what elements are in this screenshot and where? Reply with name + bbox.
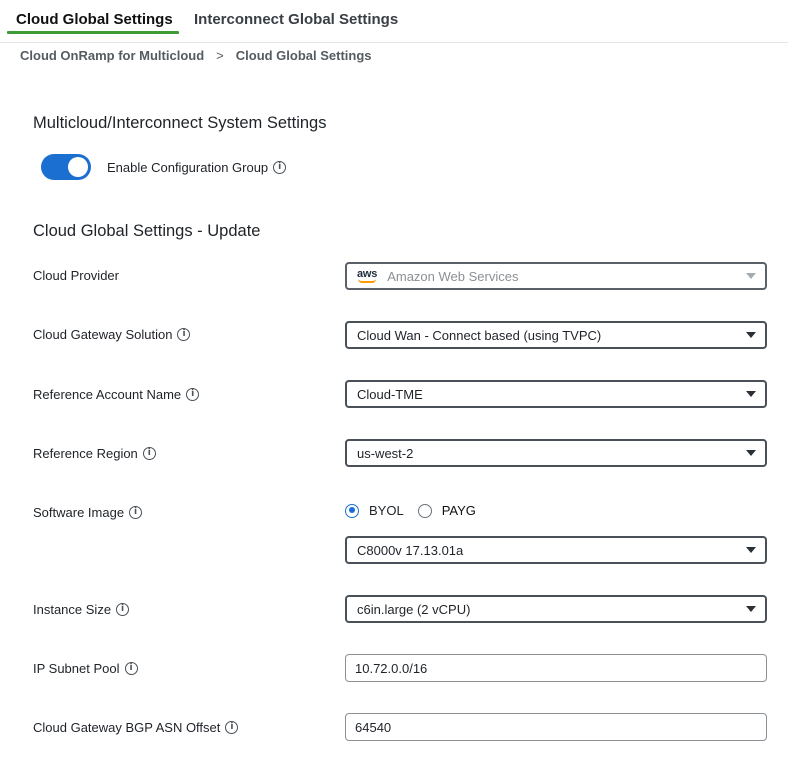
info-icon[interactable]: i (142, 447, 156, 460)
byol-radio-label[interactable]: BYOL (369, 503, 404, 518)
info-icon[interactable]: i (186, 388, 200, 401)
account-name-value: Cloud-TME (357, 386, 423, 402)
update-section-title: Cloud Global Settings - Update (33, 222, 261, 240)
bgp-asn-offset-input[interactable]: 64540 (345, 713, 767, 741)
bgp-asn-offset-value: 64540 (355, 719, 392, 735)
software-image-select[interactable]: C8000v 17.13.01a (345, 536, 767, 564)
software-image-label-text: Software Image (33, 505, 125, 520)
tab-bar: Cloud Global Settings Interconnect Globa… (0, 0, 788, 43)
account-name-label-text: Reference Account Name (33, 387, 182, 402)
breadcrumb-current: Cloud Global Settings (235, 48, 372, 63)
info-icon[interactable]: i (129, 506, 143, 519)
software-image-value: C8000v 17.13.01a (357, 542, 464, 558)
breadcrumb-link-cloud-onramp[interactable]: Cloud OnRamp for Multicloud (20, 48, 204, 63)
account-name-label: Reference Account Name i (33, 387, 200, 402)
region-select[interactable]: us-west-2 (345, 439, 767, 467)
enable-config-group-toggle[interactable] (41, 154, 91, 180)
gateway-solution-select[interactable]: Cloud Wan - Connect based (using TVPC) (345, 321, 767, 349)
info-icon[interactable]: i (177, 328, 191, 341)
region-label-text: Reference Region (33, 446, 138, 461)
byol-radio[interactable] (345, 503, 359, 518)
enable-config-group-label: Enable Configuration Group i (107, 160, 287, 175)
instance-size-label: Instance Size i (33, 602, 130, 617)
software-image-label: Software Image i (33, 505, 143, 520)
payg-radio[interactable] (417, 503, 432, 518)
breadcrumb: Cloud OnRamp for Multicloud > Cloud Glob… (20, 48, 372, 63)
instance-size-select[interactable]: c6in.large (2 vCPU) (345, 595, 767, 623)
toggle-knob (68, 157, 88, 177)
info-icon[interactable]: i (273, 161, 287, 174)
cloud-provider-value: Amazon Web Services (387, 268, 519, 284)
chevron-down-icon (746, 606, 756, 612)
software-image-license-radio-group: BYOL PAYG (345, 503, 490, 518)
cloud-provider-label-text: Cloud Provider (33, 268, 119, 283)
breadcrumb-separator: > (216, 48, 224, 63)
gateway-solution-label-text: Cloud Gateway Solution (33, 327, 173, 342)
info-icon[interactable]: i (225, 721, 239, 734)
bgp-asn-offset-label: Cloud Gateway BGP ASN Offset i (33, 720, 239, 735)
info-icon[interactable]: i (124, 662, 138, 675)
account-name-select[interactable]: Cloud-TME (345, 380, 767, 408)
subnet-pool-label-text: IP Subnet Pool (33, 661, 120, 676)
tab-cloud-global-settings[interactable]: Cloud Global Settings (16, 11, 173, 28)
chevron-down-icon (746, 547, 756, 553)
chevron-down-icon (746, 450, 756, 456)
cloud-provider-label: Cloud Provider (33, 268, 119, 283)
toggle-label-text: Enable Configuration Group (107, 160, 269, 175)
gateway-solution-value: Cloud Wan - Connect based (using TVPC) (357, 327, 602, 343)
instance-size-label-text: Instance Size (33, 602, 112, 617)
chevron-down-icon (746, 332, 756, 338)
instance-size-value: c6in.large (2 vCPU) (357, 601, 471, 617)
gateway-solution-label: Cloud Gateway Solution i (33, 327, 191, 342)
region-label: Reference Region i (33, 446, 156, 461)
subnet-pool-value: 10.72.0.0/16 (355, 660, 428, 676)
cloud-provider-select[interactable]: aws Amazon Web Services (345, 262, 767, 290)
active-tab-indicator (7, 31, 179, 34)
tab-interconnect-global-settings[interactable]: Interconnect Global Settings (194, 11, 398, 28)
bgp-asn-offset-label-text: Cloud Gateway BGP ASN Offset (33, 720, 221, 735)
payg-radio-label[interactable]: PAYG (442, 503, 476, 518)
chevron-down-icon (746, 391, 756, 397)
aws-smile-icon (358, 279, 377, 283)
aws-logo-icon: aws (357, 269, 377, 283)
region-value: us-west-2 (357, 445, 414, 461)
info-icon[interactable]: i (116, 603, 130, 616)
subnet-pool-input[interactable]: 10.72.0.0/16 (345, 654, 767, 682)
system-settings-title: Multicloud/Interconnect System Settings (33, 114, 327, 132)
subnet-pool-label: IP Subnet Pool i (33, 661, 138, 676)
chevron-down-icon (746, 273, 756, 279)
